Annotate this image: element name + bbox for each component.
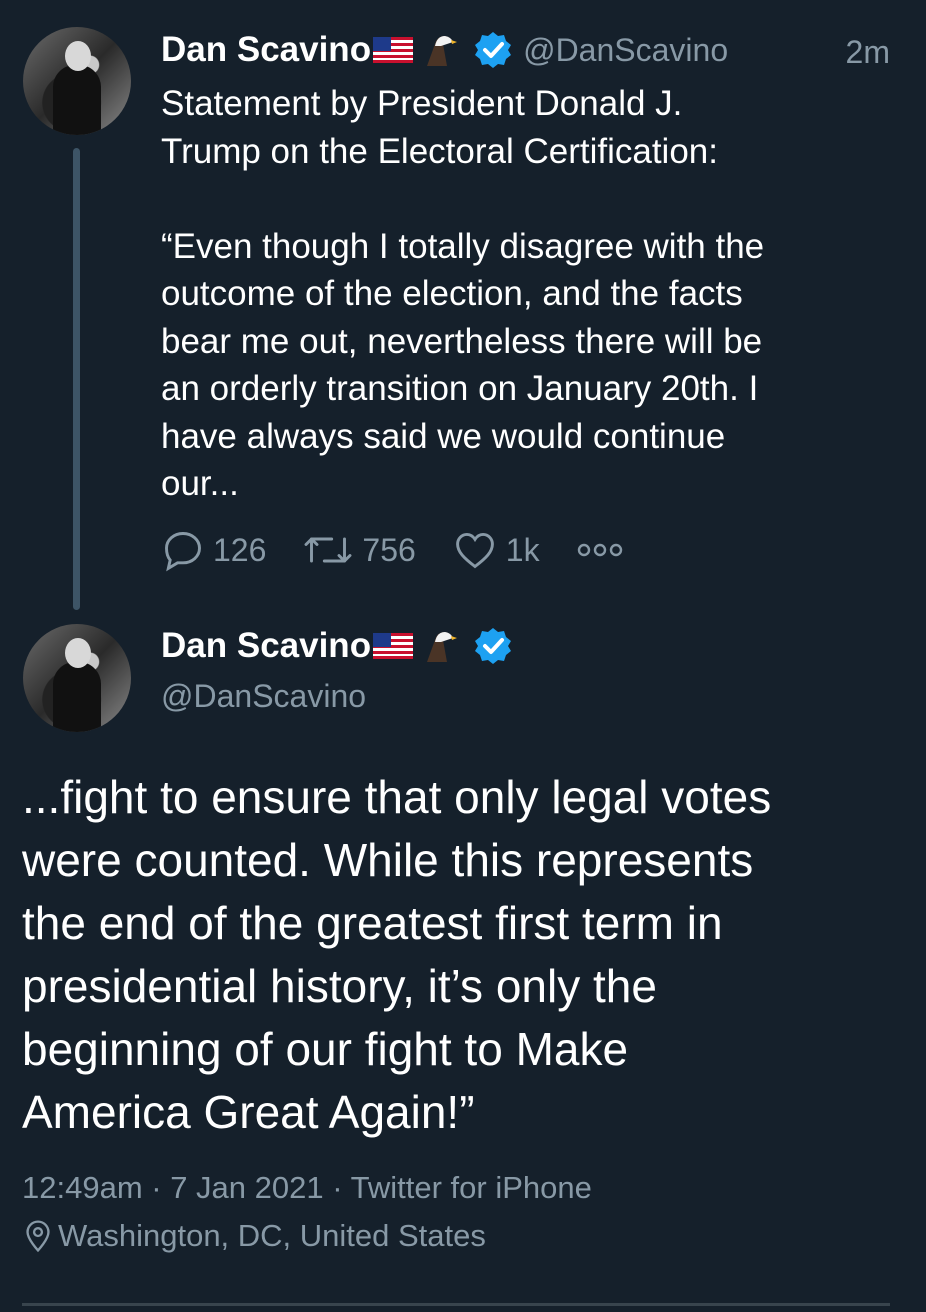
- retweet-count: 756: [362, 531, 416, 568]
- tweet2-date[interactable]: 7 Jan 2021: [170, 1170, 323, 1205]
- thread-connector-line: [73, 148, 80, 610]
- tweet1-avatar[interactable]: [23, 27, 131, 135]
- location-text: Washington, DC, United States: [58, 1218, 486, 1253]
- meta-separator: ·: [332, 1170, 351, 1205]
- retweet-button[interactable]: 756: [302, 528, 416, 572]
- eagle-icon: [427, 36, 458, 66]
- tweet2-meta: 12:49am · 7 Jan 2021 · Twitter for iPhon…: [22, 1170, 592, 1206]
- tweet2-author-handle[interactable]: @DanScavino: [161, 678, 366, 715]
- tweet2-source[interactable]: Twitter for iPhone: [351, 1170, 592, 1205]
- reply-button[interactable]: 126: [161, 528, 266, 572]
- verified-badge-icon: [475, 32, 512, 68]
- verified-badge-icon: [475, 628, 512, 664]
- tweet2-avatar[interactable]: [23, 624, 131, 732]
- eagle-icon: [427, 632, 458, 662]
- tweet2-location[interactable]: Washington, DC, United States: [22, 1218, 486, 1254]
- tweet1-text: Statement by President Donald J. Trump o…: [161, 84, 765, 503]
- tweet2-time[interactable]: 12:49am: [22, 1170, 143, 1205]
- like-count: 1k: [505, 531, 540, 568]
- tweet1-author-handle[interactable]: @DanScavino: [523, 32, 728, 69]
- retweet-icon: [304, 537, 352, 563]
- divider: [22, 1303, 890, 1306]
- us-flag-icon: [373, 633, 414, 659]
- reply-count: 126: [213, 531, 267, 568]
- like-icon: [455, 532, 494, 569]
- like-button[interactable]: 1k: [452, 528, 540, 572]
- more-options-button[interactable]: [576, 540, 632, 560]
- tweet2-author-name[interactable]: Dan Scavino: [161, 626, 371, 666]
- tweet1-actions: 126 756 1k: [161, 528, 668, 572]
- tweet2-author-row: Dan Scavino: [161, 626, 513, 666]
- more-icon: [577, 543, 622, 557]
- reply-icon: [165, 532, 201, 572]
- tweet1-timestamp[interactable]: 2m: [846, 34, 890, 71]
- tweet1-author-row: Dan Scavino @DanScavino: [161, 30, 728, 70]
- location-pin-icon: [26, 1220, 50, 1253]
- meta-separator: ·: [151, 1170, 171, 1205]
- us-flag-icon: [373, 37, 414, 63]
- tweet2-text: ...fight to ensure that only legal votes…: [22, 771, 772, 1138]
- tweet1-author-name[interactable]: Dan Scavino: [161, 30, 371, 70]
